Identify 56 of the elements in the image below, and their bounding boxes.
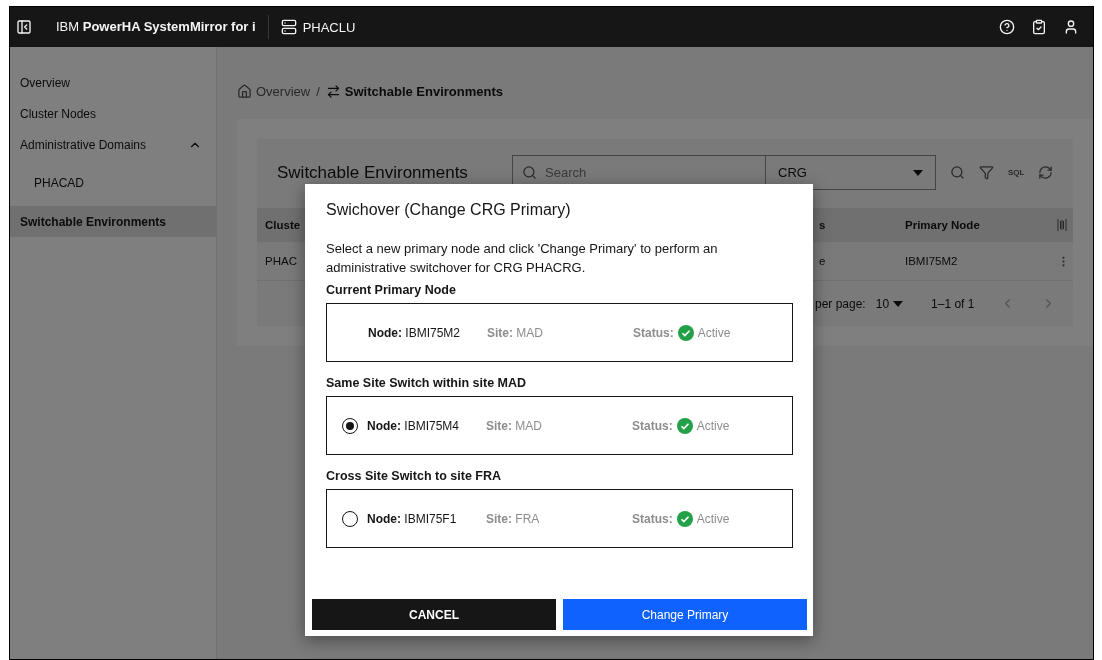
columns-icon[interactable] (1057, 219, 1067, 231)
column-header: Primary Node (893, 208, 1045, 242)
section-heading: Same Site Switch within site MAD (326, 376, 528, 390)
switch-arrows-icon (325, 83, 341, 99)
sidebar-item[interactable]: PHACAD (10, 160, 216, 206)
node-name: Node: IBMI75M2 (368, 325, 462, 340)
per-page-label: per page: (815, 296, 866, 311)
status-value: Active (697, 325, 731, 340)
breadcrumb-separator: / (316, 83, 320, 99)
change-primary-button[interactable]: Change Primary (563, 599, 807, 630)
breadcrumb-link[interactable]: Overview (237, 83, 311, 99)
check-circle-icon (676, 417, 693, 434)
breadcrumb-link[interactable]: Switchable Environments (325, 83, 503, 99)
node-option[interactable]: Node: IBMI75F1 Site: FRA Status: Active (326, 489, 793, 548)
caret-icon (913, 169, 923, 176)
status-value: Active (696, 418, 730, 433)
site-name: Site: MAD (487, 325, 544, 340)
column-header: Cluste (257, 208, 305, 242)
node-name: Node: IBMI75M4 (367, 418, 461, 433)
section-heading: Cross Site Switch to site FRA (326, 469, 503, 483)
check-circle-icon (676, 510, 693, 527)
status-label: Status: (632, 511, 673, 526)
status-value: Active (696, 511, 730, 526)
cluster-name[interactable]: PHACLU (302, 19, 356, 35)
check-circle-icon (677, 324, 694, 341)
per-page-select[interactable]: 10 (875, 296, 904, 311)
clipboard-check-icon[interactable] (1031, 19, 1047, 35)
search-icon[interactable] (950, 165, 965, 180)
caret-icon (893, 300, 904, 307)
search-icon (522, 165, 537, 180)
home-icon (237, 83, 252, 99)
page-range: 1–1 of 1 (931, 296, 975, 311)
dialog-description: Select a new primary node and click 'Change Primary' to perform an administrative switchover for CRG PHACRG. (326, 240, 719, 277)
node-option[interactable]: Node: IBMI75M4 Site: MAD Status: Active (326, 396, 793, 455)
dialog-title: Swichover (Change CRG Primary) (326, 201, 572, 219)
help-icon[interactable] (999, 19, 1015, 35)
sql-button[interactable]: SQL (1008, 168, 1025, 177)
app-name: IBM PowerHA SystemMirror for i (56, 15, 269, 39)
table-cell: IBMI75M2 (893, 242, 1045, 281)
site-name: Site: MAD (486, 418, 543, 433)
status-label: Status: (632, 418, 673, 433)
filter-icon[interactable] (979, 165, 994, 180)
status-label: Status: (633, 325, 674, 340)
cancel-button[interactable]: CANCEL (312, 599, 556, 630)
site-name: Site: FRA (486, 511, 541, 526)
panel-collapse-icon[interactable] (16, 19, 32, 35)
section-heading: Current Primary Node (326, 283, 457, 297)
sidebar-item[interactable]: Administrative Domains (10, 129, 216, 160)
sidebar-item[interactable]: Switchable Environments (10, 206, 216, 237)
user-icon[interactable] (1063, 19, 1079, 35)
table-title: Switchable Environments (277, 162, 469, 183)
server-icon (280, 19, 297, 35)
node-name: Node: IBMI75F1 (367, 511, 458, 526)
sidebar-item[interactable]: Cluster Nodes (10, 98, 216, 129)
sidebar-item[interactable]: Overview (10, 67, 216, 98)
refresh-icon[interactable] (1038, 165, 1054, 180)
